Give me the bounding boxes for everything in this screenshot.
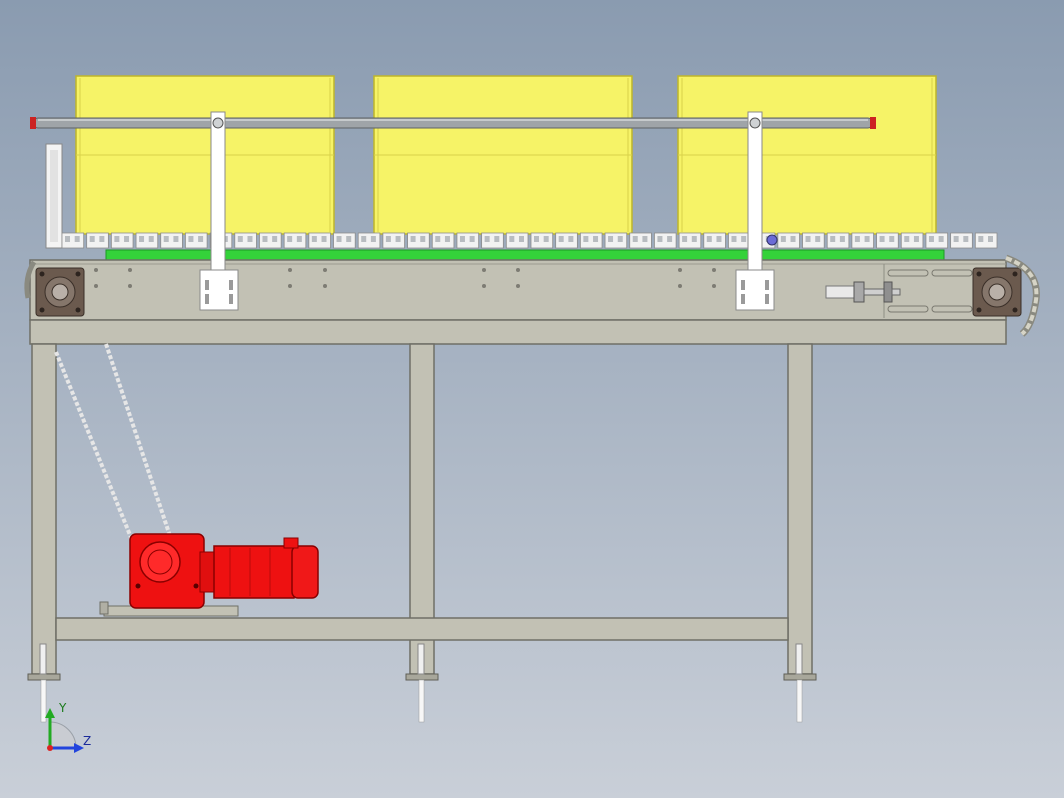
chain-link: [259, 232, 282, 249]
chain-link: [678, 232, 702, 249]
chain-link: [61, 232, 85, 249]
bolt-hole: [128, 284, 132, 288]
leg-1: [27, 343, 61, 723]
bolt-hole: [712, 268, 716, 272]
bolt-hole: [482, 284, 486, 288]
chain-link: [431, 232, 455, 249]
chain-link: [86, 232, 109, 249]
chain-link: [802, 232, 825, 249]
bearing-right: [972, 267, 1022, 317]
chain-link: [110, 232, 134, 249]
bolt-hole: [323, 284, 327, 288]
bolt-hole: [94, 268, 98, 272]
chain-link: [851, 232, 874, 249]
chain-link: [185, 232, 208, 249]
triad-quadrant: [49, 721, 77, 749]
chain-link: [283, 232, 307, 249]
chain-link: [234, 232, 257, 249]
chain-link: [333, 232, 356, 249]
chain-link: [925, 232, 949, 249]
chain-link: [703, 232, 726, 249]
chain-link: [382, 232, 405, 249]
chain-link: [579, 232, 603, 249]
leg-2: [405, 343, 439, 723]
bolt-hole: [678, 268, 682, 272]
chain-link: [876, 232, 899, 249]
bolt-hole: [128, 268, 132, 272]
bolt-hole: [288, 268, 292, 272]
axis-triad: Y Z: [45, 701, 91, 753]
chain-link: [505, 232, 529, 249]
bolt-hole: [678, 284, 682, 288]
cad-viewport[interactable]: Y Z: [0, 0, 1064, 798]
chain-link: [604, 232, 628, 249]
chain-link: [357, 232, 381, 249]
carton-2: [373, 75, 633, 235]
y-axis-arrowhead: [45, 708, 55, 718]
bolt-hole: [712, 284, 716, 288]
drive-chain: [54, 343, 172, 541]
conveyor-model: Y Z: [24, 75, 1040, 753]
bolt-hole: [94, 284, 98, 288]
chain-links: [61, 232, 998, 249]
chain-link: [135, 232, 159, 249]
chain-link: [555, 232, 578, 249]
chain-link: [777, 232, 800, 249]
chain-link: [629, 232, 652, 249]
wear-strip: [105, 249, 945, 261]
chain-link: [481, 232, 504, 249]
chain-link: [530, 232, 554, 249]
bolt-hole: [482, 268, 486, 272]
bolt-hole: [323, 268, 327, 272]
chain-link: [456, 232, 480, 249]
chain-link: [407, 232, 430, 249]
chain-link: [654, 232, 677, 249]
gear-motor: [129, 533, 319, 609]
bottom-cross-bar: [55, 617, 789, 641]
bolt-hole: [516, 284, 520, 288]
chain-link: [826, 232, 850, 249]
chain-link: [900, 232, 924, 249]
chain-link: [974, 232, 998, 249]
y-axis-label: Y: [58, 701, 67, 715]
bolt-hole: [516, 268, 520, 272]
carton-1: [75, 75, 335, 235]
bolt-hole: [288, 284, 292, 288]
chain-link: [308, 232, 331, 249]
z-axis-label: Z: [83, 734, 91, 748]
sensor-marker: [766, 234, 778, 246]
chain-link: [950, 232, 973, 249]
carton-3: [677, 75, 937, 235]
chain-link: [728, 232, 751, 249]
lower-beam: [29, 319, 1007, 345]
leg-3: [783, 343, 817, 723]
chain-link: [160, 232, 183, 249]
triad-origin: [47, 745, 53, 751]
end-post: [45, 143, 63, 249]
bearing-left: [35, 267, 85, 317]
